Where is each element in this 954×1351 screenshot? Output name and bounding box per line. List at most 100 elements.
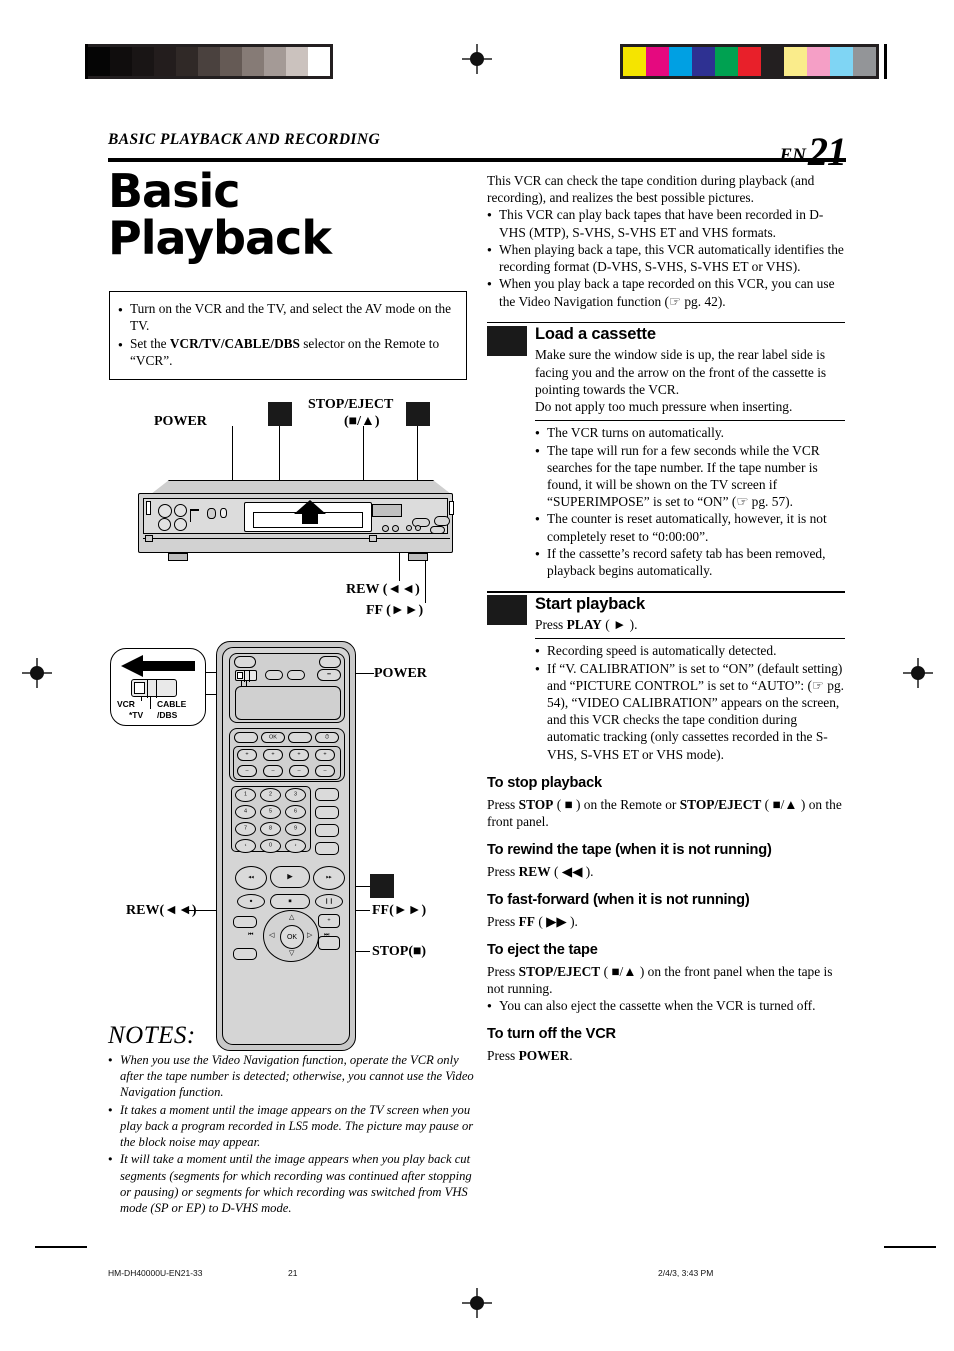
remote-ff-key[interactable]: ▸▸ bbox=[313, 866, 345, 890]
step2-divider bbox=[535, 638, 845, 640]
remote-side-key-1[interactable] bbox=[315, 788, 339, 801]
gray-swatch-8 bbox=[242, 47, 264, 76]
step2-bullet-list: Recording speed is automatically detecte… bbox=[535, 642, 845, 763]
remote-volume-down-key[interactable] bbox=[318, 936, 340, 950]
front-left-notch bbox=[146, 501, 151, 515]
gray-swatch-10 bbox=[286, 47, 308, 76]
selector-label-cable: CABLE bbox=[157, 699, 187, 709]
selector-label-vcr: VCR bbox=[117, 699, 135, 709]
remote-minus-key-4[interactable]: – bbox=[315, 765, 335, 777]
remote-key-next[interactable]: › bbox=[285, 839, 306, 853]
remote-side-key-4[interactable] bbox=[315, 842, 339, 855]
remote-top-right-key[interactable] bbox=[319, 656, 341, 668]
callout-square-play bbox=[370, 874, 394, 898]
remote-key-6[interactable]: 6 bbox=[285, 805, 306, 819]
prep-bold-term: VCR/TV/CABLE/DBS bbox=[169, 335, 300, 351]
page-canvas: BASIC PLAYBACK AND RECORDING EN21 Basic … bbox=[0, 0, 954, 1351]
remote-key-prev[interactable]: ‹ bbox=[235, 839, 256, 853]
selector-tick-1 bbox=[147, 680, 149, 698]
page-title: Basic Playback bbox=[108, 168, 468, 262]
remote-play-key[interactable]: ▸ bbox=[270, 866, 310, 888]
registration-mark-left bbox=[22, 658, 52, 688]
remote-volume-up-key[interactable]: + bbox=[318, 914, 340, 928]
step2-bullet-2: If “V. CALIBRATION” is set to “ON” (defa… bbox=[535, 660, 845, 763]
remote-pause-key[interactable]: ❙❙ bbox=[315, 894, 343, 909]
nav-right-icon: ▷ bbox=[307, 931, 313, 939]
remote-display-key[interactable] bbox=[288, 732, 312, 743]
color-calibration-bar bbox=[620, 44, 879, 79]
running-head: BASIC PLAYBACK AND RECORDING bbox=[108, 131, 381, 148]
remote-rew-key[interactable]: ◂◂ bbox=[235, 866, 267, 890]
selector-knob[interactable] bbox=[134, 682, 145, 694]
remote-key-3[interactable]: 3 bbox=[285, 788, 306, 802]
nav-left-icon: ◁ bbox=[269, 931, 275, 939]
power-button-icon[interactable] bbox=[207, 508, 216, 519]
front-seam-line bbox=[143, 538, 450, 540]
remote-tv-key[interactable] bbox=[265, 670, 283, 680]
remote-ok-key[interactable]: OK bbox=[261, 732, 285, 743]
prep-item-1: Turn on the VCR and the TV, and select t… bbox=[118, 301, 456, 335]
note-item-2: It takes a moment until the image appear… bbox=[108, 1102, 478, 1151]
selector-direction-arrow-icon bbox=[121, 655, 195, 677]
remote-top-left-key[interactable] bbox=[234, 656, 256, 668]
selector-tick-2 bbox=[156, 680, 158, 698]
indicator-dot-1 bbox=[382, 525, 389, 532]
remote-ok-center-key[interactable]: OK bbox=[280, 925, 304, 949]
remote-key-9[interactable]: 9 bbox=[285, 822, 306, 836]
subsection-stop-heading: To stop playback bbox=[487, 774, 602, 791]
remote-cable-key[interactable] bbox=[287, 670, 305, 680]
remote-key-8[interactable]: 8 bbox=[260, 822, 281, 836]
remote-key-4[interactable]: 4 bbox=[235, 805, 256, 819]
remote-minus-key-1[interactable]: – bbox=[237, 765, 257, 777]
step2-marker bbox=[487, 595, 527, 626]
remote-minus-key-2[interactable]: – bbox=[263, 765, 283, 777]
en-label: EN bbox=[779, 145, 806, 166]
right-trim-rule bbox=[884, 44, 887, 79]
rew-ff-button[interactable] bbox=[430, 526, 445, 534]
remote-plus-key-3[interactable]: + bbox=[289, 749, 309, 761]
intro-bullet-2: When playing back a tape, this VCR autom… bbox=[487, 241, 845, 275]
subsection-ff-body: Press FF ( ▶▶ ). bbox=[487, 913, 578, 929]
selector-switch-track[interactable] bbox=[131, 679, 177, 698]
remote-power-key[interactable]: •• bbox=[317, 669, 341, 681]
remote-key-7[interactable]: 7 bbox=[235, 822, 256, 836]
remote-key-5[interactable]: 5 bbox=[260, 805, 281, 819]
remote-key-1[interactable]: 1 bbox=[235, 788, 256, 802]
remote-left-aux-key-2[interactable] bbox=[233, 948, 257, 960]
gray-swatch-6 bbox=[198, 47, 220, 76]
step1-bullet-3: The counter is reset automatically, howe… bbox=[535, 510, 845, 544]
eject-button[interactable] bbox=[434, 516, 450, 526]
vcr-chassis bbox=[123, 480, 454, 562]
remote-minus-key-3[interactable]: – bbox=[289, 765, 309, 777]
gray-swatch-7 bbox=[220, 47, 242, 76]
insert-direction-arrow-icon bbox=[294, 500, 326, 524]
page-number: 21 bbox=[808, 129, 847, 174]
remote-left-aux-key[interactable] bbox=[233, 916, 257, 928]
remote-stop-key[interactable]: ■ bbox=[270, 894, 310, 909]
remote-key-2[interactable]: 2 bbox=[260, 788, 281, 802]
step1-text-line1: Make sure the window side is up, the rea… bbox=[535, 347, 827, 397]
remote-selector-switch[interactable] bbox=[235, 670, 257, 682]
step1-top-rule bbox=[487, 321, 845, 324]
preparation-box: Turn on the VCR and the TV, and select t… bbox=[109, 291, 467, 380]
color-swatch-10 bbox=[830, 47, 853, 76]
video-jack-icon bbox=[174, 504, 187, 517]
remote-menu-key[interactable] bbox=[234, 732, 258, 743]
remote-plus-key-1[interactable]: + bbox=[237, 749, 257, 761]
remote-record-key[interactable]: ● bbox=[237, 894, 265, 909]
vcr-top-cover bbox=[151, 480, 451, 494]
remote-side-key-3[interactable] bbox=[315, 824, 339, 837]
remote-plus-key-4[interactable]: + bbox=[315, 749, 335, 761]
audio-r-jack-icon bbox=[174, 518, 187, 531]
remote-timer-key[interactable]: ⏱ bbox=[315, 732, 339, 743]
remote-plus-key-2[interactable]: + bbox=[263, 749, 283, 761]
remote-side-key-2[interactable] bbox=[315, 806, 339, 819]
remote-nav-ring[interactable]: OK △ ◁ ▷ ▽ bbox=[263, 910, 319, 962]
selector-label-tv: *TV bbox=[129, 710, 144, 720]
remote-key-0[interactable]: 0 bbox=[260, 839, 281, 853]
step-start-playback: Start playback Press PLAY ( ► ). Recordi… bbox=[487, 591, 845, 763]
step1-text-line2: Do not apply too much pressure when inse… bbox=[535, 398, 793, 414]
indicator-dot-3 bbox=[406, 525, 412, 531]
subsection-eject-bullet-list: You can also eject the cassette when the… bbox=[487, 997, 845, 1014]
indicator-dot-4 bbox=[415, 525, 421, 531]
